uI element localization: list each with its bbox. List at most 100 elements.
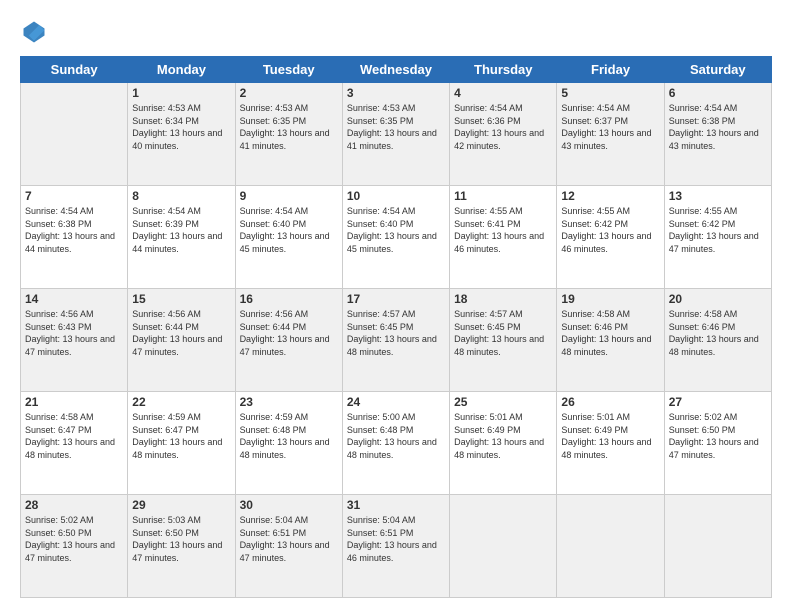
cell-info: Sunrise: 4:54 AM Sunset: 6:40 PM Dayligh… (347, 205, 445, 255)
cell-day-number: 10 (347, 189, 445, 203)
cell-day-number: 22 (132, 395, 230, 409)
cell-day-number: 29 (132, 498, 230, 512)
cell-info: Sunrise: 4:55 AM Sunset: 6:42 PM Dayligh… (669, 205, 767, 255)
calendar-cell: 2 Sunrise: 4:53 AM Sunset: 6:35 PM Daylig… (235, 83, 342, 186)
calendar-cell: 14 Sunrise: 4:56 AM Sunset: 6:43 PM Dayli… (21, 289, 128, 392)
calendar-cell: 17Sunrise: 4:57 AM Sunset: 6:45 PM Dayli… (342, 289, 449, 392)
cell-info: Sunrise: 4:53 AM Sunset: 6:34 PM Dayligh… (132, 102, 230, 152)
cell-day-number: 11 (454, 189, 552, 203)
calendar-cell: 15 Sunrise: 4:56 AM Sunset: 6:44 PM Dayli… (128, 289, 235, 392)
calendar-cell: 3 Sunrise: 4:53 AM Sunset: 6:35 PM Daylig… (342, 83, 449, 186)
cell-day-number: 21 (25, 395, 123, 409)
cell-info: Sunrise: 4:53 AM Sunset: 6:35 PM Dayligh… (240, 102, 338, 152)
calendar-cell (664, 495, 771, 598)
calendar-cell: 13 Sunrise: 4:55 AM Sunset: 6:42 PM Dayli… (664, 186, 771, 289)
weekday-header: Tuesday (235, 57, 342, 83)
weekday-header: Friday (557, 57, 664, 83)
cell-info: Sunrise: 4:55 AM Sunset: 6:41 PM Dayligh… (454, 205, 552, 255)
cell-day-number: 4 (454, 86, 552, 100)
cell-day-number: 20 (669, 292, 767, 306)
weekday-header: Wednesday (342, 57, 449, 83)
cell-day-number: 5 (561, 86, 659, 100)
cell-day-number: 6 (669, 86, 767, 100)
calendar-cell: 12 Sunrise: 4:55 AM Sunset: 6:42 PM Dayli… (557, 186, 664, 289)
page: SundayMondayTuesdayWednesdayThursdayFrid… (0, 0, 792, 612)
cell-info: Sunrise: 5:01 AM Sunset: 6:49 PM Dayligh… (561, 411, 659, 461)
calendar-cell (450, 495, 557, 598)
calendar-cell: 16 Sunrise: 4:56 AM Sunset: 6:44 PM Dayli… (235, 289, 342, 392)
cell-info: Sunrise: 4:54 AM Sunset: 6:36 PM Dayligh… (454, 102, 552, 152)
cell-info: Sunrise: 5:02 AM Sunset: 6:50 PM Dayligh… (25, 514, 123, 564)
calendar-cell: 5 Sunrise: 4:54 AM Sunset: 6:37 PM Daylig… (557, 83, 664, 186)
cell-info: Sunrise: 5:04 AM Sunset: 6:51 PM Dayligh… (240, 514, 338, 564)
cell-info: Sunrise: 4:55 AM Sunset: 6:42 PM Dayligh… (561, 205, 659, 255)
calendar-cell: 22 Sunrise: 4:59 AM Sunset: 6:47 PM Dayli… (128, 392, 235, 495)
cell-day-number: 1 (132, 86, 230, 100)
calendar-cell: 29 Sunrise: 5:03 AM Sunset: 6:50 PM Dayli… (128, 495, 235, 598)
cell-info: Sunrise: 5:01 AM Sunset: 6:49 PM Dayligh… (454, 411, 552, 461)
cell-info: Sunrise: 4:58 AM Sunset: 6:46 PM Dayligh… (561, 308, 659, 358)
calendar-week-row: 7Sunrise: 4:54 AM Sunset: 6:38 PM Daylig… (21, 186, 772, 289)
cell-day-number: 2 (240, 86, 338, 100)
cell-day-number: 19 (561, 292, 659, 306)
calendar-cell (21, 83, 128, 186)
cell-day-number: 13 (669, 189, 767, 203)
cell-info: Sunrise: 4:59 AM Sunset: 6:47 PM Dayligh… (132, 411, 230, 461)
calendar-cell: 1 Sunrise: 4:53 AM Sunset: 6:34 PM Daylig… (128, 83, 235, 186)
cell-day-number: 14 (25, 292, 123, 306)
cell-day-number: 12 (561, 189, 659, 203)
calendar-cell: 6 Sunrise: 4:54 AM Sunset: 6:38 PM Daylig… (664, 83, 771, 186)
cell-info: Sunrise: 4:53 AM Sunset: 6:35 PM Dayligh… (347, 102, 445, 152)
cell-info: Sunrise: 4:59 AM Sunset: 6:48 PM Dayligh… (240, 411, 338, 461)
calendar-cell: 23 Sunrise: 4:59 AM Sunset: 6:48 PM Dayli… (235, 392, 342, 495)
cell-day-number: 15 (132, 292, 230, 306)
calendar-table: SundayMondayTuesdayWednesdayThursdayFrid… (20, 56, 772, 598)
cell-info: Sunrise: 4:56 AM Sunset: 6:44 PM Dayligh… (240, 308, 338, 358)
calendar-cell: 28Sunrise: 5:02 AM Sunset: 6:50 PM Dayli… (21, 495, 128, 598)
cell-day-number: 23 (240, 395, 338, 409)
calendar-cell: 20 Sunrise: 4:58 AM Sunset: 6:46 PM Dayli… (664, 289, 771, 392)
cell-info: Sunrise: 4:54 AM Sunset: 6:38 PM Dayligh… (669, 102, 767, 152)
cell-info: Sunrise: 4:56 AM Sunset: 6:43 PM Dayligh… (25, 308, 123, 358)
cell-info: Sunrise: 5:02 AM Sunset: 6:50 PM Dayligh… (669, 411, 767, 461)
cell-day-number: 26 (561, 395, 659, 409)
calendar-cell: 25 Sunrise: 5:01 AM Sunset: 6:49 PM Dayli… (450, 392, 557, 495)
calendar-week-row: 28Sunrise: 5:02 AM Sunset: 6:50 PM Dayli… (21, 495, 772, 598)
cell-day-number: 16 (240, 292, 338, 306)
calendar-cell: 19 Sunrise: 4:58 AM Sunset: 6:46 PM Dayli… (557, 289, 664, 392)
cell-day-number: 27 (669, 395, 767, 409)
logo-icon (20, 18, 48, 46)
calendar-week-row: 21 Sunrise: 4:58 AM Sunset: 6:47 PM Dayli… (21, 392, 772, 495)
cell-day-number: 9 (240, 189, 338, 203)
calendar-cell: 8Sunrise: 4:54 AM Sunset: 6:39 PM Daylig… (128, 186, 235, 289)
cell-info: Sunrise: 5:03 AM Sunset: 6:50 PM Dayligh… (132, 514, 230, 564)
cell-info: Sunrise: 4:57 AM Sunset: 6:45 PM Dayligh… (347, 308, 445, 358)
cell-info: Sunrise: 5:00 AM Sunset: 6:48 PM Dayligh… (347, 411, 445, 461)
calendar-week-row: 14 Sunrise: 4:56 AM Sunset: 6:43 PM Dayli… (21, 289, 772, 392)
calendar-cell: 21 Sunrise: 4:58 AM Sunset: 6:47 PM Dayli… (21, 392, 128, 495)
cell-info: Sunrise: 4:58 AM Sunset: 6:46 PM Dayligh… (669, 308, 767, 358)
calendar-cell: 18Sunrise: 4:57 AM Sunset: 6:45 PM Dayli… (450, 289, 557, 392)
cell-info: Sunrise: 4:54 AM Sunset: 6:38 PM Dayligh… (25, 205, 123, 255)
cell-info: Sunrise: 4:57 AM Sunset: 6:45 PM Dayligh… (454, 308, 552, 358)
cell-day-number: 25 (454, 395, 552, 409)
calendar-cell: 31Sunrise: 5:04 AM Sunset: 6:51 PM Dayli… (342, 495, 449, 598)
cell-day-number: 3 (347, 86, 445, 100)
cell-info: Sunrise: 4:54 AM Sunset: 6:40 PM Dayligh… (240, 205, 338, 255)
weekday-header: Sunday (21, 57, 128, 83)
calendar-body: 1 Sunrise: 4:53 AM Sunset: 6:34 PM Daylig… (21, 83, 772, 598)
calendar-cell: 11 Sunrise: 4:55 AM Sunset: 6:41 PM Dayli… (450, 186, 557, 289)
calendar-cell: 7Sunrise: 4:54 AM Sunset: 6:38 PM Daylig… (21, 186, 128, 289)
calendar-cell: 26 Sunrise: 5:01 AM Sunset: 6:49 PM Dayli… (557, 392, 664, 495)
calendar-week-row: 1 Sunrise: 4:53 AM Sunset: 6:34 PM Daylig… (21, 83, 772, 186)
cell-info: Sunrise: 4:54 AM Sunset: 6:37 PM Dayligh… (561, 102, 659, 152)
calendar-cell: 9 Sunrise: 4:54 AM Sunset: 6:40 PM Daylig… (235, 186, 342, 289)
cell-day-number: 24 (347, 395, 445, 409)
calendar-cell: 24 Sunrise: 5:00 AM Sunset: 6:48 PM Dayli… (342, 392, 449, 495)
cell-info: Sunrise: 4:54 AM Sunset: 6:39 PM Dayligh… (132, 205, 230, 255)
cell-info: Sunrise: 4:58 AM Sunset: 6:47 PM Dayligh… (25, 411, 123, 461)
weekday-header: Saturday (664, 57, 771, 83)
calendar-header-row: SundayMondayTuesdayWednesdayThursdayFrid… (21, 57, 772, 83)
cell-info: Sunrise: 5:04 AM Sunset: 6:51 PM Dayligh… (347, 514, 445, 564)
cell-info: Sunrise: 4:56 AM Sunset: 6:44 PM Dayligh… (132, 308, 230, 358)
